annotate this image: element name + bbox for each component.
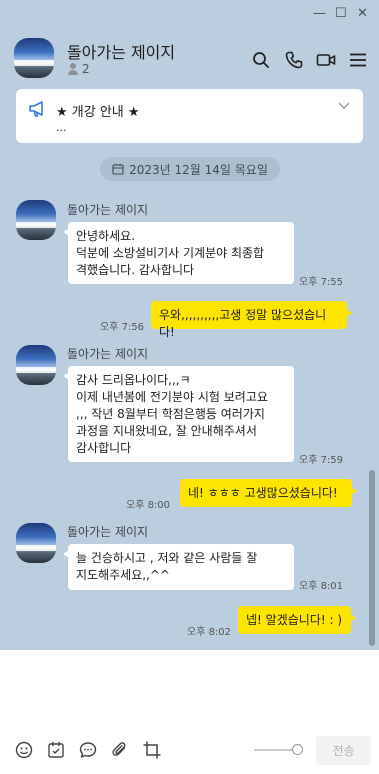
message-time: 오후 7:56 — [100, 322, 145, 333]
notice-subtitle: ... — [56, 121, 67, 134]
date-divider: 2023년 12월 14일 목요일 — [100, 157, 280, 181]
video-call-icon[interactable] — [316, 50, 336, 70]
message-bubble-outgoing[interactable]: 네! ㅎㅎㅎ 고생많으셨습니다! — [180, 479, 357, 507]
sender-name: 돌아가는 제이지 — [67, 203, 149, 217]
message-bubble-outgoing[interactable]: 우와,,,,,,,,,,고생 정말 많으셨습니다! — [151, 301, 352, 339]
chevron-down-icon[interactable] — [337, 101, 351, 111]
chat-header: 돌아가는 제이지 2 — [0, 30, 379, 88]
message-bubble-outgoing[interactable]: 넵! 알겠습니다! : ) — [238, 606, 356, 634]
sender-avatar[interactable] — [16, 200, 56, 240]
font-size-slider[interactable] — [254, 744, 303, 755]
crop-icon[interactable] — [142, 740, 162, 760]
message-time: 오후 7:59 — [299, 455, 344, 466]
maximize-icon[interactable]: ☐ — [335, 6, 347, 21]
search-icon[interactable] — [251, 50, 271, 70]
message-bubble-incoming[interactable]: 안녕하세요. 덕분에 소방설비기사 기계분야 최종합 격했습니다. 감사합니다 — [63, 222, 294, 284]
calendar-icon — [112, 163, 124, 175]
calendar-icon[interactable] — [46, 740, 66, 760]
attachment-icon[interactable] — [110, 740, 130, 760]
date-divider-text: 2023년 12월 14일 목요일 — [129, 162, 268, 177]
window-controls: — ☐ ✕ — [0, 0, 379, 30]
sender-avatar[interactable] — [16, 523, 56, 563]
message-time: 오후 8:01 — [299, 581, 344, 592]
chatroom-avatar[interactable] — [14, 38, 54, 78]
message-time: 오후 8:02 — [187, 627, 232, 638]
notice-title: ★ 개강 안내 ★ — [56, 105, 140, 120]
close-icon[interactable]: ✕ — [357, 6, 368, 21]
message-time: 오후 8:00 — [126, 500, 171, 511]
minimize-icon[interactable]: — — [313, 6, 326, 21]
message-bubble-incoming[interactable]: 늘 건승하시고 , 저와 같은 사람들 잘 지도해주세요,,^^ — [63, 544, 294, 590]
send-button[interactable]: 전송 — [316, 736, 371, 765]
slider-thumb[interactable] — [292, 744, 303, 755]
sender-name: 돌아가는 제이지 — [67, 525, 149, 539]
sender-name: 돌아가는 제이지 — [67, 347, 149, 361]
emoji-icon[interactable] — [14, 740, 34, 760]
message-bubble-incoming[interactable]: 감사 드리옵나이다,,,ㅋ 이제 내년봄에 전기분야 시험 보려고요 ,,, 작… — [63, 366, 294, 462]
member-count[interactable]: 2 — [67, 62, 90, 76]
notice-banner[interactable]: ★ 개강 안내 ★ ... — [16, 89, 363, 143]
member-count-value: 2 — [82, 62, 90, 76]
menu-icon[interactable] — [348, 50, 368, 70]
chat-bubble-icon[interactable] — [78, 740, 98, 760]
message-input[interactable] — [0, 650, 379, 730]
person-icon — [67, 63, 79, 75]
chatroom-title[interactable]: 돌아가는 제이지 — [67, 39, 175, 63]
chat-scrollbar[interactable] — [369, 470, 375, 646]
message-time: 오후 7:55 — [299, 277, 344, 288]
megaphone-icon — [29, 101, 43, 117]
phone-icon[interactable] — [284, 50, 304, 70]
sender-avatar[interactable] — [16, 345, 56, 385]
